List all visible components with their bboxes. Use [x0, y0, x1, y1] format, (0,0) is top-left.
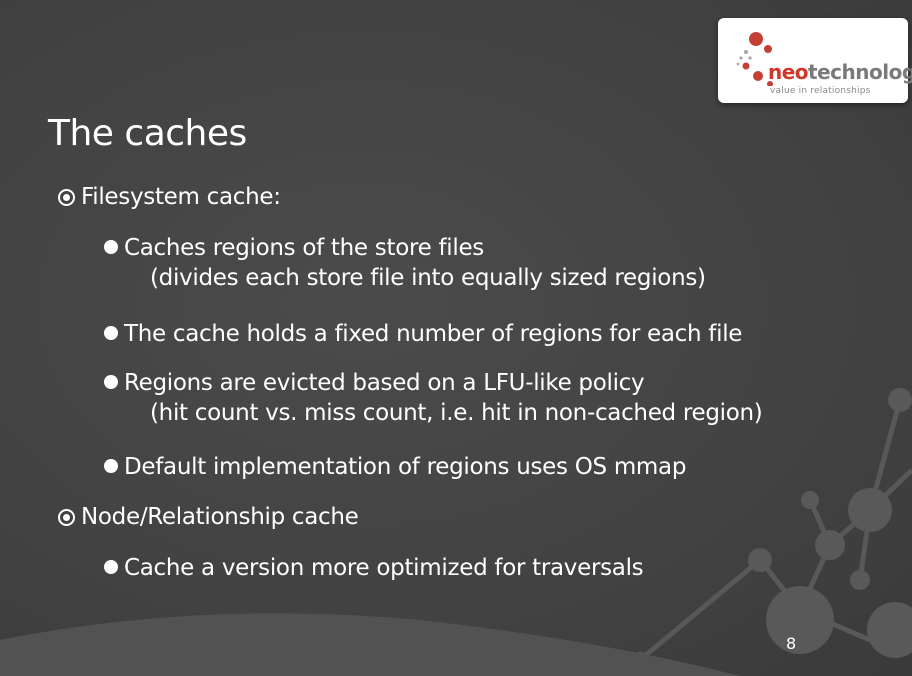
dot-bullet-icon: [104, 375, 118, 389]
bullet-text: Default implementation of regions uses O…: [124, 454, 687, 480]
logo-tagline: value in relationships: [770, 86, 871, 96]
bullet-node-relationship-cache: Node/Relationship cache: [58, 502, 359, 532]
bullet-filesystem-cache: Filesystem cache:: [58, 182, 281, 212]
bullet-subtext: (hit count vs. miss count, i.e. hit in n…: [150, 400, 763, 426]
bullet-text: Caches regions of the store files: [124, 235, 484, 261]
bullet-cache-version-traversals: Cache a version more optimized for trave…: [104, 553, 644, 583]
dot-bullet-icon: [104, 326, 118, 340]
bullet-text: The cache holds a fixed number of region…: [124, 321, 743, 347]
bullet-subtext: (divides each store file into equally si…: [150, 265, 706, 291]
bullet-fixed-number-regions: The cache holds a fixed number of region…: [104, 319, 742, 349]
logo-wordmark: neotechnology: [768, 62, 912, 82]
page-number: 8: [786, 634, 797, 653]
dot-bullet-icon: [104, 560, 118, 574]
neotechnology-logo: neotechnology value in relationships: [718, 18, 912, 103]
bullet-text: Filesystem cache:: [81, 184, 281, 210]
slide: neotechnology value in relationships The…: [0, 0, 912, 676]
bullet-text: Regions are evicted based on a LFU-like …: [124, 370, 645, 396]
bullet-text: Cache a version more optimized for trave…: [124, 555, 644, 581]
bullet-default-implementation: Default implementation of regions uses O…: [104, 452, 686, 482]
dot-bullet-icon: [104, 240, 118, 254]
logo-word-neo: neo: [768, 60, 809, 84]
dot-bullet-icon: [104, 459, 118, 473]
bullet-caches-regions: Caches regions of the store files (divid…: [104, 233, 706, 293]
bullet-text: Node/Relationship cache: [81, 504, 359, 530]
ring-bullet-icon: [58, 508, 75, 526]
bullet-regions-evicted: Regions are evicted based on a LFU-like …: [104, 368, 763, 428]
ring-bullet-icon: [58, 188, 75, 206]
slide-title: The caches: [48, 113, 247, 154]
logo-word-technology: technology: [808, 60, 912, 84]
